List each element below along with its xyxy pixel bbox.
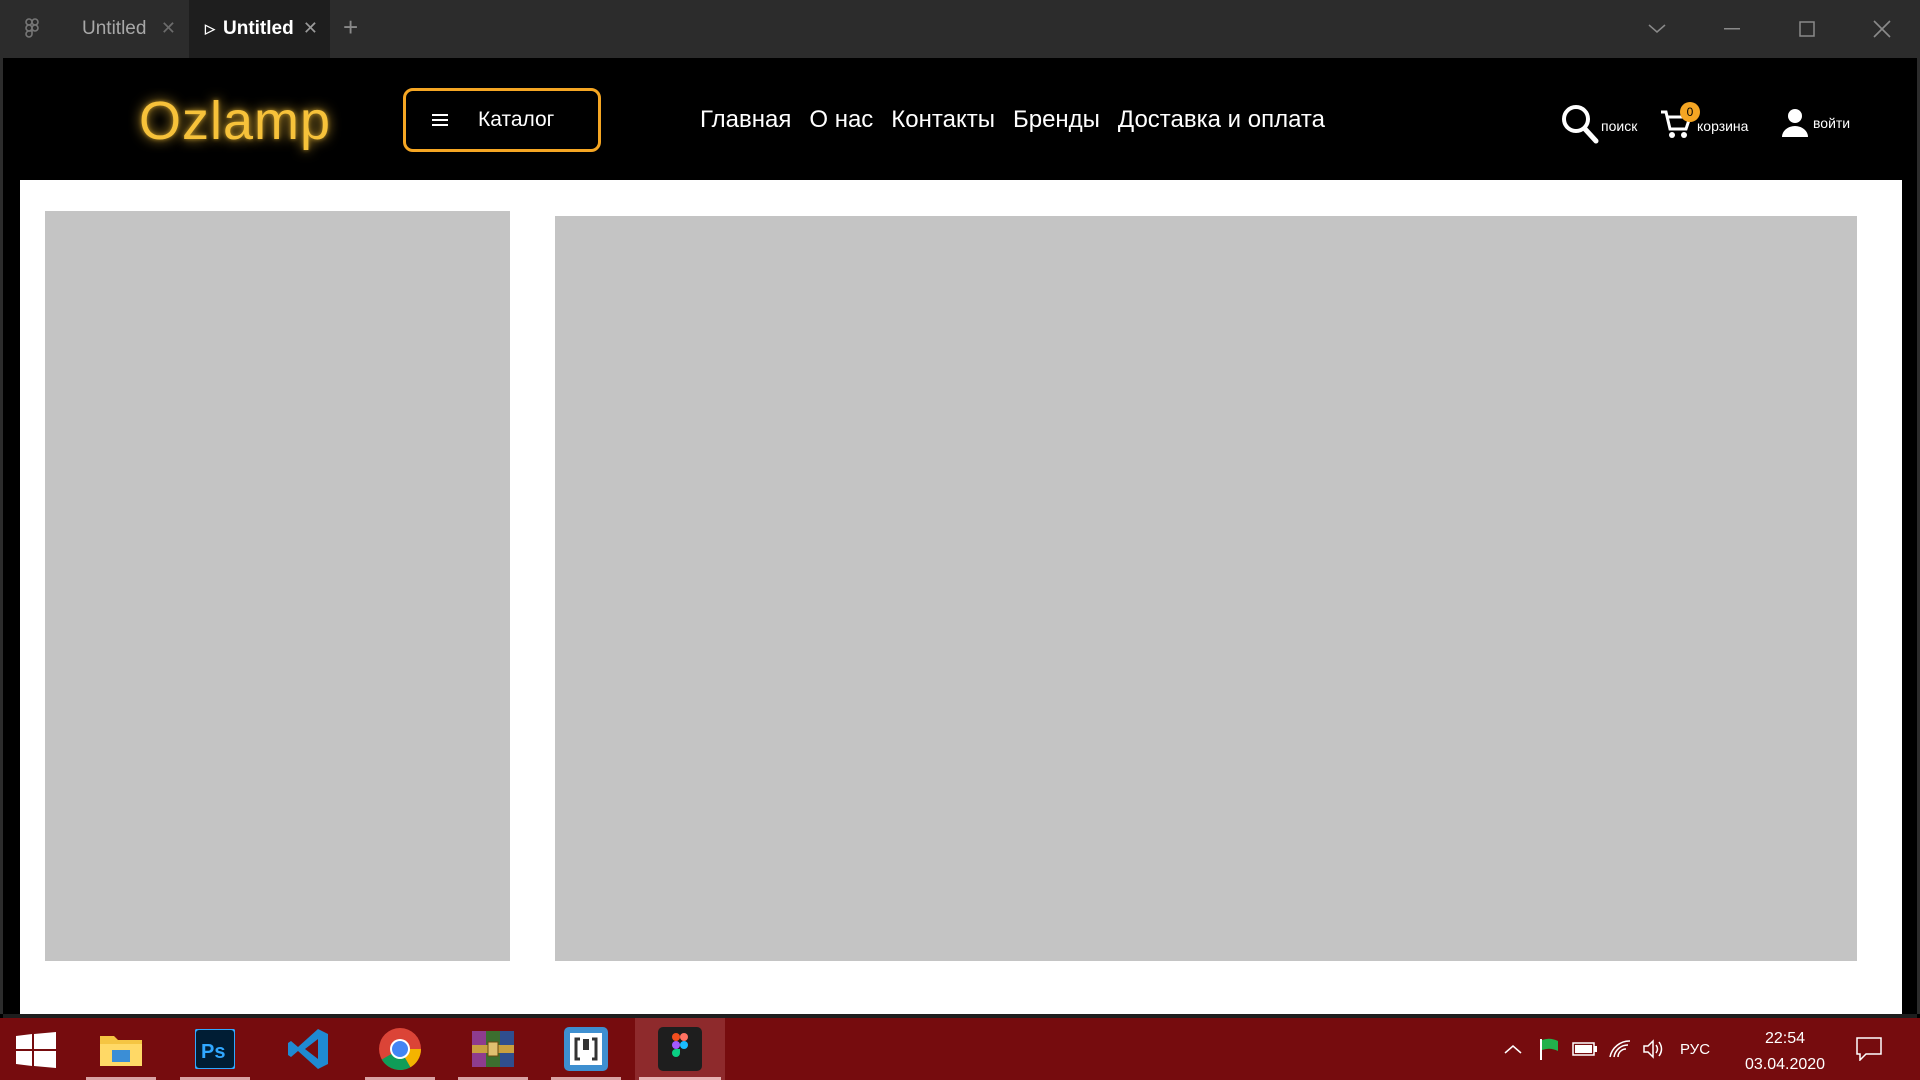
new-tab-button[interactable]: + xyxy=(343,14,358,40)
folder-icon xyxy=(100,1036,142,1066)
tab-untitled-2[interactable]: ▷ Untitled ✕ xyxy=(189,0,330,58)
cart-action[interactable]: 0 корзина xyxy=(1660,102,1749,143)
tab-label: Untitled xyxy=(82,18,147,39)
banner-placeholder xyxy=(555,216,1857,961)
chevron-down-icon xyxy=(1648,24,1666,33)
hamburger-icon xyxy=(432,111,448,129)
login-label: войти xyxy=(1813,115,1851,131)
chrome-icon xyxy=(379,1028,421,1071)
taskbar-photoshop[interactable]: Ps xyxy=(176,1018,254,1080)
brackets-icon xyxy=(564,1027,608,1071)
windows-logo-icon xyxy=(16,1032,56,1068)
window-titlebar: Untitled ✕ ▷ Untitled ✕ + xyxy=(0,0,1920,58)
site-logo[interactable]: Ozlamp xyxy=(139,90,331,152)
close-icon xyxy=(1873,20,1891,38)
taskbar-brackets[interactable] xyxy=(547,1018,625,1080)
clock-date: 03.04.2020 xyxy=(1744,1056,1826,1073)
page-content xyxy=(20,180,1902,1014)
taskbar-file-explorer[interactable] xyxy=(82,1018,160,1080)
system-tray: РУС xyxy=(1504,1018,1710,1080)
start-button[interactable] xyxy=(16,1032,56,1073)
catalog-label: Каталог xyxy=(478,108,555,131)
nav-link-contacts[interactable]: Контакты xyxy=(891,106,995,134)
login-action[interactable]: войти xyxy=(1781,108,1850,138)
photoshop-icon: Ps xyxy=(195,1029,235,1069)
volume-icon[interactable] xyxy=(1642,1039,1666,1059)
frame-border xyxy=(0,58,3,1014)
minimize-icon xyxy=(1724,28,1740,30)
sidebar-placeholder xyxy=(45,211,510,961)
nav-link-brands[interactable]: Бренды xyxy=(1013,106,1100,134)
taskbar: Ps РУС 22:54 03.04.2020 xyxy=(0,1018,1920,1080)
flag-icon[interactable] xyxy=(1538,1037,1562,1061)
user-icon xyxy=(1782,109,1808,137)
tab-untitled-1[interactable]: Untitled ✕ xyxy=(62,0,188,58)
play-icon: ▷ xyxy=(205,21,215,36)
tab-label: Untitled xyxy=(223,18,294,39)
search-label: поиск xyxy=(1601,118,1638,134)
battery-icon[interactable] xyxy=(1572,1041,1598,1057)
cart-label: корзина xyxy=(1697,117,1749,134)
main-nav: Главная О нас Контакты Бренды Доставка и… xyxy=(700,106,1343,134)
language-indicator[interactable]: РУС xyxy=(1680,1041,1710,1058)
figma-menu-icon[interactable] xyxy=(20,17,44,41)
search-action[interactable]: поиск xyxy=(1561,104,1637,144)
catalog-button[interactable]: Каталог xyxy=(403,88,601,152)
site-header: Ozlamp Каталог Главная О нас Контакты Бр… xyxy=(3,58,1917,180)
tabs-dropdown-button[interactable] xyxy=(1628,0,1686,58)
maximize-button[interactable] xyxy=(1778,0,1836,58)
clock[interactable]: 22:54 03.04.2020 xyxy=(1735,1026,1835,1078)
close-tab-icon[interactable]: ✕ xyxy=(161,18,176,39)
winrar-icon xyxy=(472,1031,514,1067)
cart-count-badge: 0 xyxy=(1680,102,1700,122)
taskbar-figma[interactable] xyxy=(635,1018,725,1080)
search-icon xyxy=(1562,105,1599,144)
svg-text:Ps: Ps xyxy=(201,1041,225,1063)
taskbar-winrar[interactable] xyxy=(454,1018,532,1080)
close-window-button[interactable] xyxy=(1853,0,1911,58)
nav-link-home[interactable]: Главная xyxy=(700,106,791,134)
figma-icon xyxy=(658,1027,702,1071)
maximize-icon xyxy=(1799,21,1815,37)
vscode-icon xyxy=(288,1029,328,1069)
nav-link-about[interactable]: О нас xyxy=(809,106,873,134)
wifi-icon[interactable] xyxy=(1608,1039,1632,1059)
close-tab-icon[interactable]: ✕ xyxy=(303,18,318,39)
chevron-up-icon[interactable] xyxy=(1504,1044,1522,1054)
clock-time: 22:54 xyxy=(1764,1030,1806,1047)
nav-link-delivery[interactable]: Доставка и оплата xyxy=(1118,106,1325,134)
notifications-button[interactable] xyxy=(1856,1018,1882,1080)
minimize-button[interactable] xyxy=(1703,0,1761,58)
taskbar-vscode[interactable] xyxy=(269,1018,347,1080)
notification-icon xyxy=(1856,1037,1882,1061)
taskbar-chrome[interactable] xyxy=(361,1018,439,1080)
